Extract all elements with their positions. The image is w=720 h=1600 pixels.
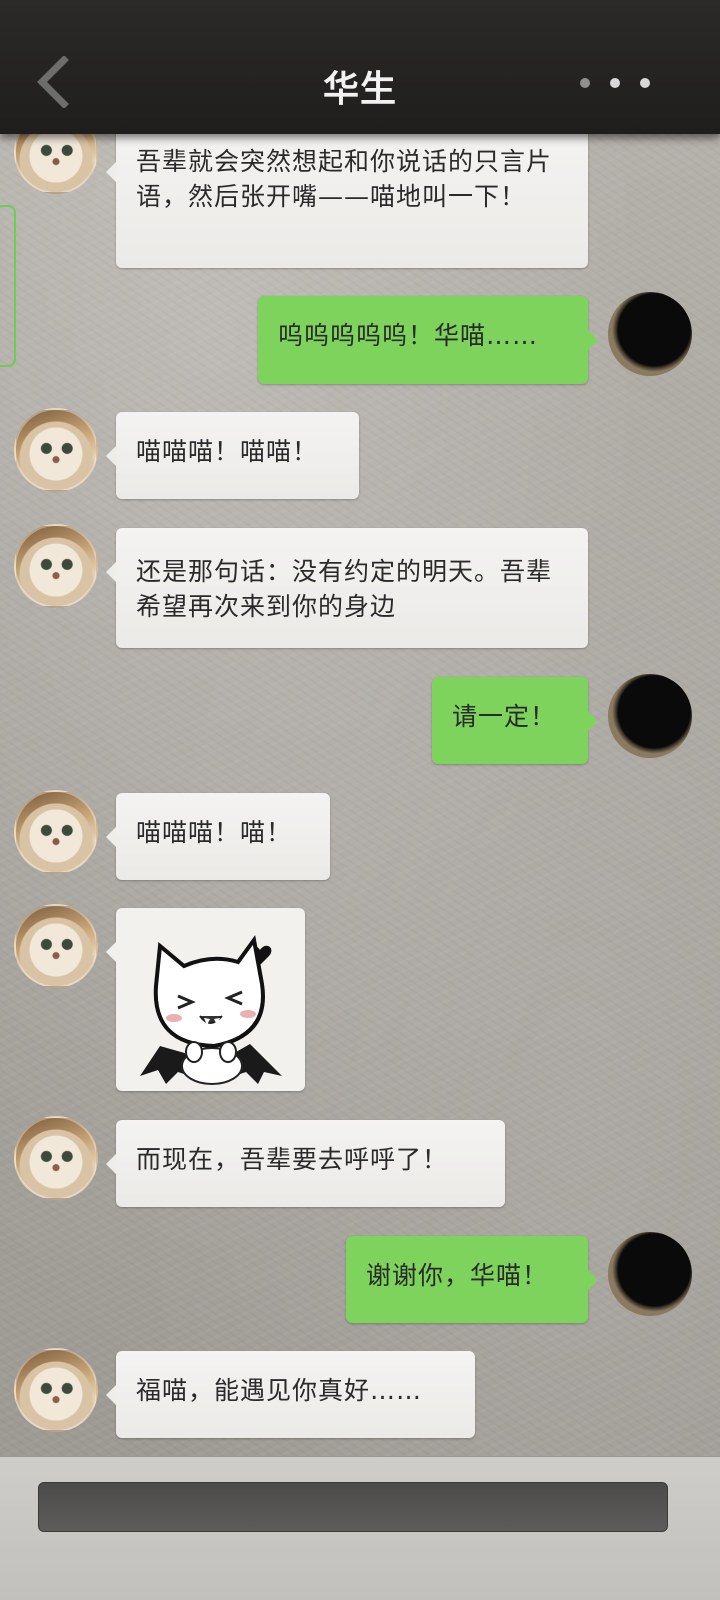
more-dots-icon bbox=[640, 78, 650, 88]
contact-avatar[interactable] bbox=[14, 904, 98, 988]
more-button[interactable] bbox=[580, 76, 650, 90]
received-message: 喵喵喵！喵！ bbox=[106, 793, 330, 880]
more-dots-icon bbox=[610, 78, 620, 88]
sticker-message[interactable] bbox=[106, 908, 305, 1091]
received-message: 而现在，吾辈要去呼呼了！ bbox=[106, 1120, 505, 1207]
contact-avatar[interactable] bbox=[14, 524, 98, 608]
bat-cat-sticker-icon bbox=[140, 935, 282, 1085]
chat-header: 华生 bbox=[0, 0, 720, 134]
sent-message: 呜呜呜呜呜！华喵…… bbox=[258, 296, 598, 384]
received-message: 喵喵喵！喵喵！ bbox=[106, 412, 359, 499]
my-avatar[interactable] bbox=[608, 292, 692, 376]
received-message: 还是那句话：没有约定的明天。吾辈希望再次来到你的身边 bbox=[106, 528, 588, 648]
my-avatar[interactable] bbox=[608, 674, 692, 758]
contact-avatar[interactable] bbox=[14, 408, 98, 492]
sent-message: 请一定！ bbox=[432, 677, 598, 764]
side-handle[interactable] bbox=[0, 205, 16, 367]
contact-avatar[interactable] bbox=[14, 1116, 98, 1200]
contact-avatar[interactable] bbox=[14, 1348, 98, 1432]
received-message: 福喵，能遇见你真好…… bbox=[106, 1351, 475, 1438]
contact-avatar[interactable] bbox=[14, 790, 98, 874]
more-dots-icon bbox=[580, 78, 590, 88]
message-input[interactable] bbox=[38, 1482, 668, 1532]
received-message: 吾辈就会突然想起和你说话的只言片语，然后张开嘴——喵地叫一下！ bbox=[106, 128, 588, 268]
my-avatar[interactable] bbox=[608, 1232, 692, 1316]
sent-message: 谢谢你，华喵！ bbox=[346, 1236, 598, 1323]
